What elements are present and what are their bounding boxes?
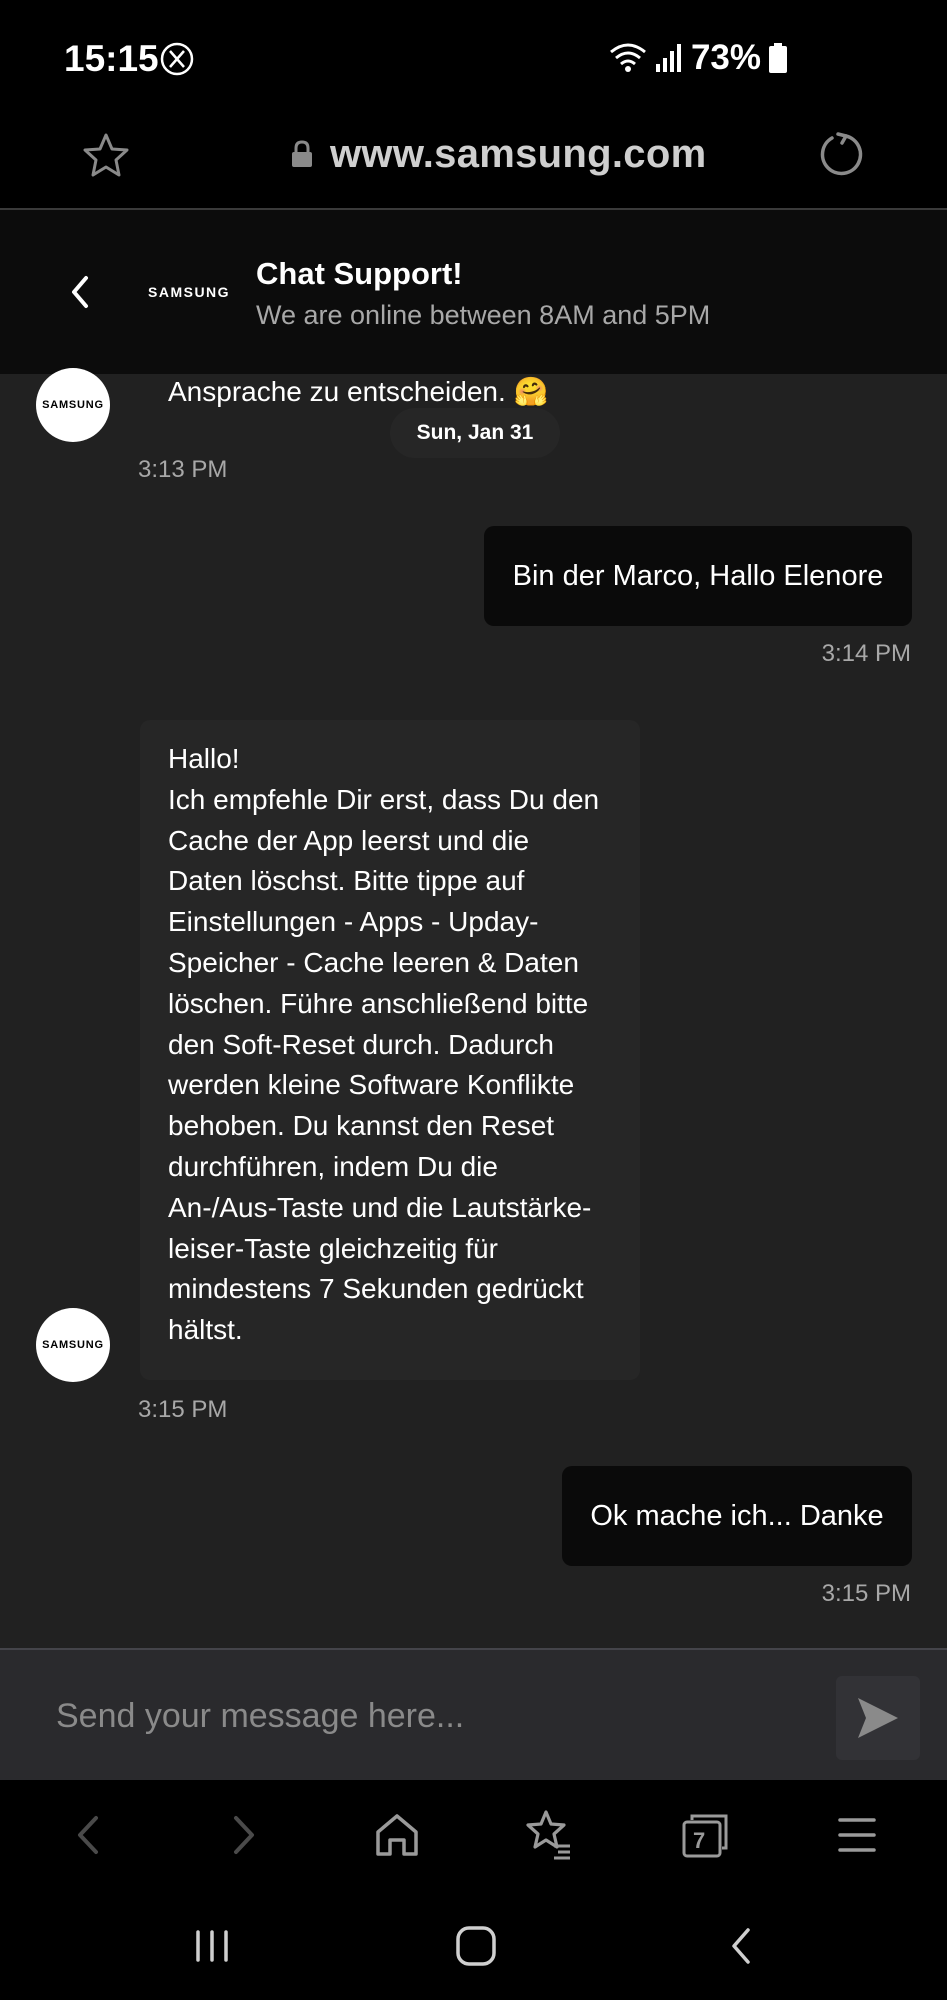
message-line: Hallo! [168, 743, 240, 774]
agent-avatar: SAMSUNG [36, 1308, 110, 1382]
message-line: Speicher - Cache leeren & Daten [168, 946, 579, 978]
chat-header [0, 210, 947, 374]
signal-icon [655, 44, 681, 72]
message-timestamp: 3:15 PM [138, 1396, 228, 1423]
back-arrow-icon[interactable] [62, 270, 98, 314]
user-message-text: Ok mache ich... Danke [590, 1499, 884, 1532]
date-separator: Sun, Jan 31 [390, 408, 560, 458]
samsung-logo: SAMSUNG [148, 284, 231, 300]
message-timestamp: 3:14 PM [821, 640, 911, 667]
recent-apps-icon[interactable] [192, 1926, 232, 1966]
message-line: Cache der App leerst und die [168, 824, 530, 856]
chat-subtitle: We are online between 8AM and 5PM [256, 300, 711, 330]
status-time: 15:15 [64, 38, 159, 79]
message-timestamp: 3:13 PM [138, 456, 228, 483]
menu-icon[interactable] [836, 1814, 878, 1856]
message-line: den Soft-Reset durch. Dadurch [168, 1028, 554, 1060]
message-line: Einstellungen - Apps - Upday- [168, 906, 539, 938]
message-line: mindestens 7 Sekunden gedrückt [168, 1273, 584, 1305]
message-line: behoben. Du kannst den Reset [168, 1110, 555, 1142]
message-line: Ich empfehle Dir erst, dass Du den [168, 783, 600, 815]
message-line: leiser-Taste gleichzeitig für [168, 1232, 498, 1264]
nav-home-icon[interactable] [454, 1924, 498, 1968]
browser-back-icon[interactable] [68, 1810, 108, 1860]
lock-icon [292, 140, 312, 167]
message-line: durchführen, indem Du die [168, 1150, 498, 1182]
nav-back-icon[interactable] [724, 1924, 760, 1968]
agent-avatar: SAMSUNG [36, 368, 110, 442]
send-button[interactable] [836, 1676, 920, 1760]
message-input[interactable] [54, 1690, 818, 1742]
message-line: Daten löschst. Bitte tippe auf [168, 865, 525, 897]
message-line: An-/Aus-Taste und die Lautstärke- [168, 1191, 592, 1223]
url-text[interactable]: www.samsung.com [330, 132, 706, 177]
agent-message-text: Ansprache zu entscheiden. 🤗 [168, 376, 549, 407]
bookmarks-icon[interactable] [524, 1808, 574, 1860]
status-indicators: 73% [609, 38, 787, 78]
message-line: löschen. Führe anschließend bitte [168, 987, 589, 1019]
battery-percentage: 73% [690, 38, 761, 77]
message-line: werden kleine Software Konflikte [168, 1069, 575, 1101]
bookmark-star-icon[interactable] [82, 132, 130, 178]
wifi-icon [609, 43, 646, 72]
user-message-bubble: Ok mache ich... Danke [562, 1466, 912, 1566]
tab-count: 7 [693, 1828, 706, 1853]
browser-forward-icon[interactable] [224, 1810, 264, 1860]
home-icon[interactable] [372, 1810, 422, 1860]
message-line: hältst. [168, 1314, 243, 1346]
message-timestamp: 3:15 PM [821, 1580, 911, 1607]
user-message-bubble: Bin der Marco, Hallo Elenore [484, 526, 912, 626]
battery-icon [769, 43, 787, 73]
send-icon [858, 1698, 898, 1738]
browser-toolbar [0, 1780, 947, 1890]
tabs-button[interactable]: 7 [680, 1812, 730, 1860]
agent-message-text: Hallo! Ich empfehle Dir erst, dass Du de… [168, 739, 638, 1351]
x-social-icon [160, 42, 194, 76]
chat-title: Chat Support! [256, 256, 463, 291]
user-message-text: Bin der Marco, Hallo Elenore [512, 559, 884, 592]
reload-icon[interactable] [816, 130, 866, 180]
